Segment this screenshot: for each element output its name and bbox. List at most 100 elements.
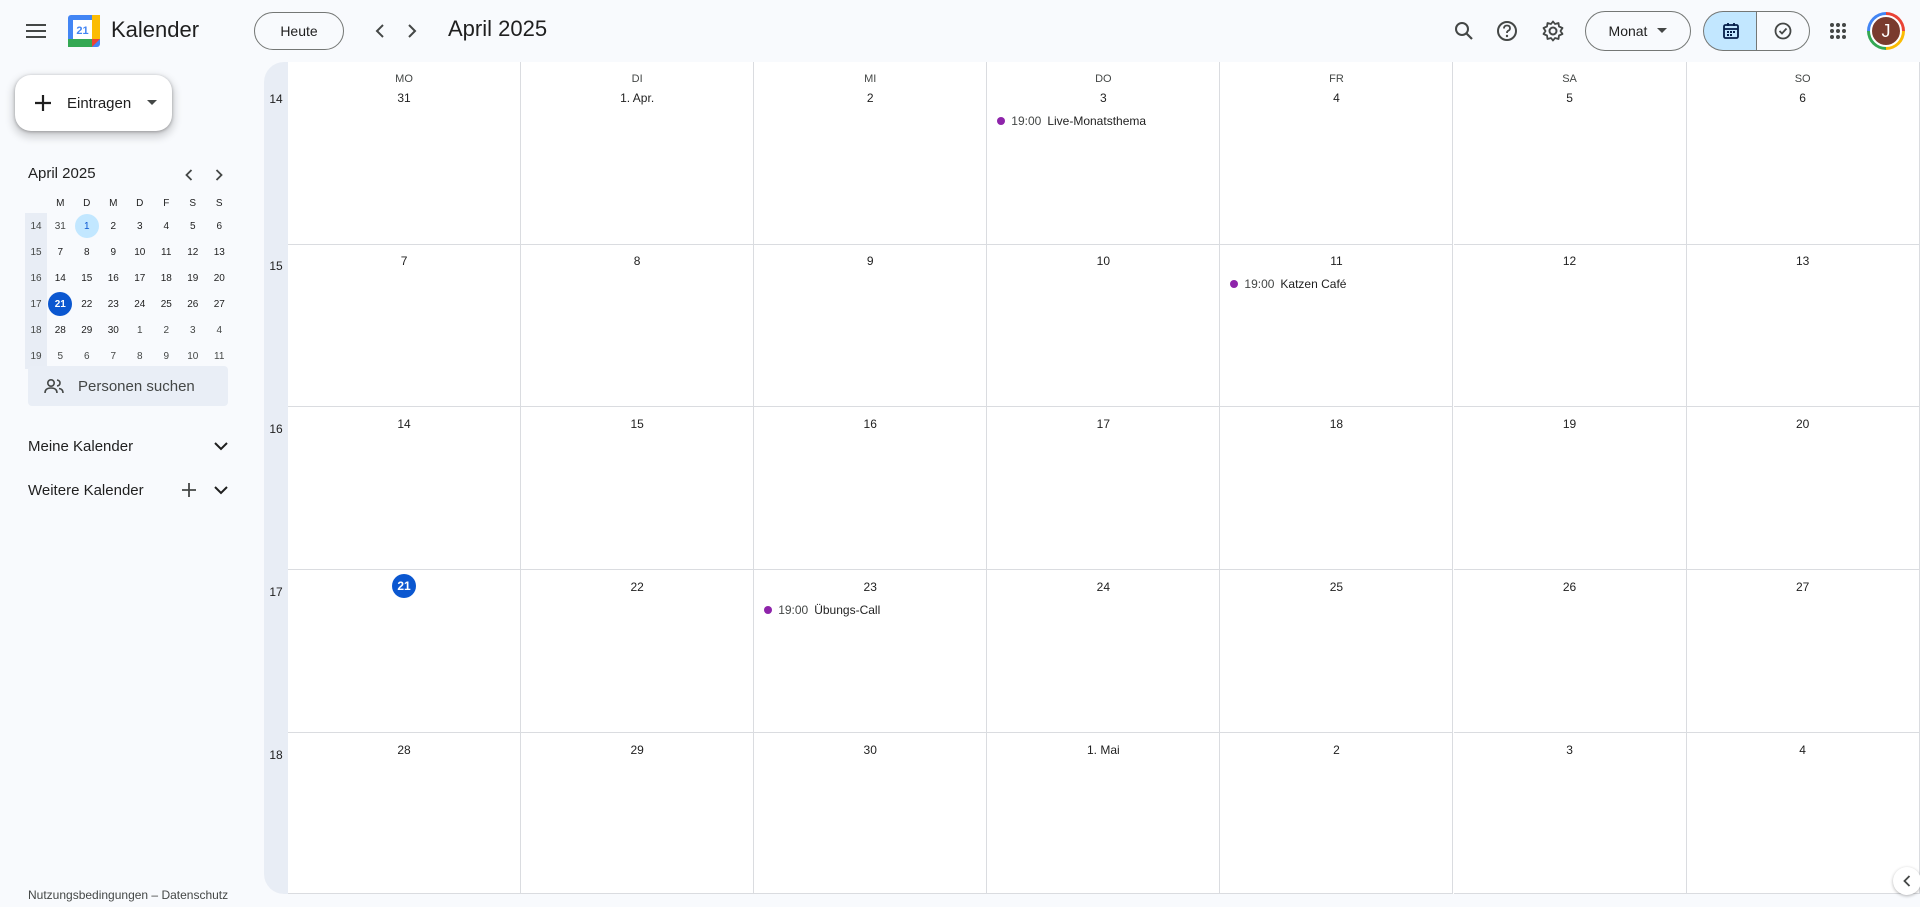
event-chip[interactable]: 19:00 Katzen Café [1226,274,1350,294]
mini-calendar-day[interactable]: 9 [100,240,127,264]
date-number[interactable]: 26 [1454,580,1686,594]
mini-calendar-day[interactable]: 12 [180,240,207,264]
mini-calendar-day[interactable]: 15 [74,266,101,290]
footer-links[interactable]: Nutzungsbedingungen – Datenschutz [28,888,228,902]
date-number[interactable]: 7 [288,254,520,268]
date-number[interactable]: 17 [987,417,1219,431]
mini-calendar-day[interactable]: 26 [180,292,207,316]
day-cell[interactable]: 19 [1453,407,1687,570]
event-chip[interactable]: 19:00 Übungs-Call [760,600,884,620]
mini-calendar-day[interactable]: 5 [180,214,207,238]
date-number[interactable]: 25 [1220,580,1452,594]
day-cell[interactable]: 29 [521,733,755,894]
mini-calendar-day[interactable]: 27 [206,292,233,316]
today-date-number[interactable]: 21 [288,574,520,598]
date-number[interactable]: 31 [288,91,520,105]
date-number[interactable]: 4 [1687,743,1919,757]
date-number[interactable]: 30 [754,743,986,757]
date-number[interactable]: 19 [1454,417,1686,431]
date-number[interactable]: 5 [1454,91,1686,105]
day-cell[interactable]: 13 [1686,244,1920,407]
week-number[interactable]: 16 [264,422,288,436]
day-cell[interactable]: SA 5 [1453,62,1687,245]
week-number[interactable]: 14 [264,92,288,106]
my-calendars-section[interactable]: Meine Kalender [28,428,228,464]
mini-calendar-day[interactable]: 11 [153,240,180,264]
mini-calendar-day[interactable]: 1 [127,318,154,342]
mini-calendar-day[interactable]: 10 [127,240,154,264]
mini-calendar-day[interactable]: 10 [180,344,207,368]
mini-calendar-day[interactable]: 8 [74,240,101,264]
mini-calendar-day[interactable]: 13 [206,240,233,264]
day-cell[interactable]: 7 [288,244,522,407]
mini-calendar-day[interactable]: 22 [74,292,101,316]
mini-calendar-day[interactable]: 25 [153,292,180,316]
settings-gear-icon[interactable] [1535,13,1571,49]
date-number[interactable]: 13 [1687,254,1919,268]
date-number[interactable]: 18 [1220,417,1452,431]
day-cell[interactable]: 11 19:00 Katzen Café [1220,244,1454,407]
mini-calendar-day[interactable]: 9 [153,344,180,368]
date-number[interactable]: 2 [1220,743,1452,757]
date-number[interactable]: 6 [1687,91,1919,105]
mini-calendar-day[interactable]: 7 [47,240,74,264]
mini-calendar-previous-button[interactable] [177,163,201,187]
mini-calendar-day[interactable]: 24 [127,292,154,316]
date-number[interactable]: 23 [754,580,986,594]
day-cell[interactable]: DI 1. Apr. [521,62,755,245]
mini-calendar-day[interactable]: 6 [206,214,233,238]
day-cell[interactable]: 16 [754,407,988,570]
day-cell[interactable]: MI 2 [754,62,988,245]
other-calendars-section[interactable]: Weitere Kalender [28,472,228,508]
chevron-down-icon[interactable] [214,441,228,451]
calendar-view-toggle[interactable] [1703,11,1757,51]
date-number[interactable]: 29 [521,743,753,757]
date-number[interactable]: 14 [288,417,520,431]
day-cell[interactable]: 28 [288,733,522,894]
date-number[interactable]: 24 [987,580,1219,594]
account-avatar[interactable]: J [1867,12,1905,50]
date-number[interactable]: 2 [754,91,986,105]
mini-calendar-week-number[interactable]: 15 [25,239,47,265]
day-cell[interactable]: 27 [1686,570,1920,733]
date-number[interactable]: 20 [1687,417,1919,431]
day-cell[interactable]: MO 31 [288,62,522,245]
day-cell[interactable]: 8 [521,244,755,407]
mini-calendar-day[interactable]: 5 [47,344,74,368]
mini-calendar-day[interactable]: 6 [74,344,101,368]
week-number[interactable]: 17 [264,585,288,599]
date-number[interactable]: 22 [521,580,753,594]
mini-calendar-day[interactable]: 21 [47,292,74,316]
mini-calendar-day[interactable]: 8 [127,344,154,368]
date-number[interactable]: 1. Mai [987,743,1219,757]
day-cell[interactable]: 30 [754,733,988,894]
people-search-input[interactable]: Personen suchen [28,366,228,406]
day-cell[interactable]: 23 19:00 Übungs-Call [754,570,988,733]
mini-calendar-day[interactable]: 7 [100,344,127,368]
day-cell[interactable]: 9 [754,244,988,407]
next-period-button[interactable] [396,15,428,47]
mini-calendar-day[interactable]: 17 [127,266,154,290]
mini-calendar-week-number[interactable]: 17 [25,291,47,317]
day-cell[interactable]: 4 [1686,733,1920,894]
date-number[interactable]: 8 [521,254,753,268]
tasks-view-toggle[interactable] [1756,11,1810,51]
apps-grid-icon[interactable] [1820,13,1856,49]
date-number[interactable]: 4 [1220,91,1452,105]
day-cell[interactable]: 17 [987,407,1221,570]
day-cell[interactable]: 20 [1686,407,1920,570]
mini-calendar-day[interactable]: 2 [153,318,180,342]
week-number[interactable]: 18 [264,748,288,762]
day-cell[interactable]: 26 [1453,570,1687,733]
date-number[interactable]: 10 [987,254,1219,268]
date-number[interactable]: 16 [754,417,986,431]
day-cell[interactable]: 22 [521,570,755,733]
mini-calendar-day[interactable]: 28 [47,318,74,342]
mini-calendar-day[interactable]: 3 [127,214,154,238]
mini-calendar-day[interactable]: 19 [180,266,207,290]
mini-calendar-day[interactable]: 1 [74,214,101,238]
day-cell[interactable]: 24 [987,570,1221,733]
mini-calendar-day[interactable]: 31 [47,214,74,238]
mini-calendar-day[interactable]: 14 [47,266,74,290]
week-number[interactable]: 15 [264,259,288,273]
